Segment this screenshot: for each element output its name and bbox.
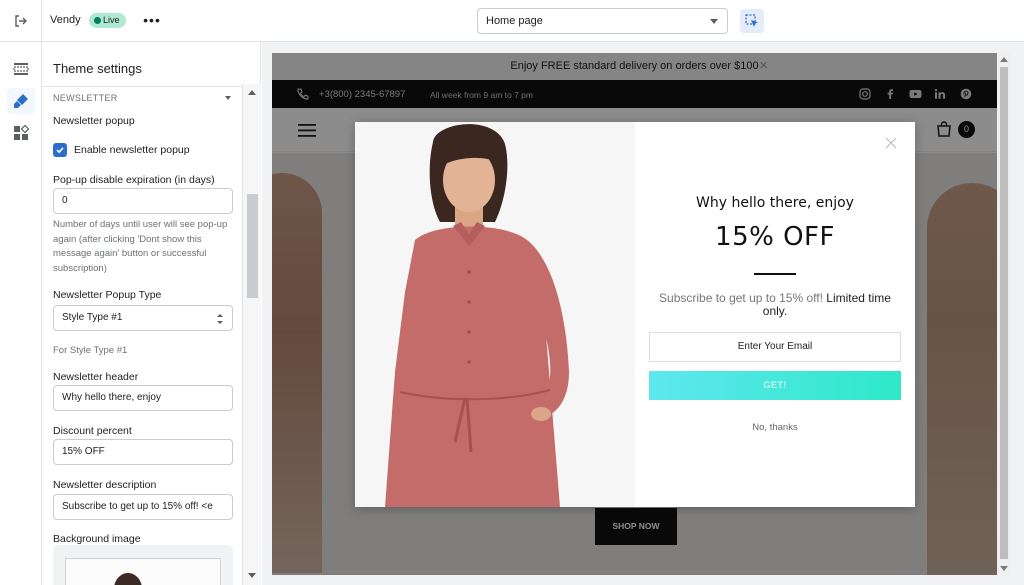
app-embeds-button[interactable] — [7, 120, 35, 146]
newsletter-popup: Why hello there, enjoy 15% OFF Subscribe… — [355, 122, 915, 507]
newsletter-description-label: Newsletter description — [53, 479, 157, 491]
theme-settings-panel: Theme settings NEWSLETTER Newsletter pop… — [42, 42, 261, 585]
expiration-help-text: Number of days until user will see pop-u… — [53, 219, 228, 274]
enable-newsletter-checkbox[interactable] — [53, 143, 67, 157]
discount-percent-value: 15% OFF — [62, 446, 105, 457]
newsletter-header-label: Newsletter header — [53, 371, 139, 383]
popup-type-value: Style Type #1 — [62, 312, 123, 323]
expiration-input[interactable]: 0 — [53, 188, 233, 214]
scroll-up-icon[interactable] — [248, 90, 256, 95]
section-label[interactable]: NEWSLETTER — [53, 93, 118, 103]
popup-decline-link[interactable]: No, thanks — [649, 422, 901, 433]
newsletter-popup-heading: Newsletter popup — [53, 115, 135, 127]
top-bar: Vendy Live ••• Home page — [0, 0, 1024, 42]
chevron-down-icon[interactable] — [225, 96, 231, 100]
checkmark-icon — [56, 147, 64, 154]
expiration-label: Pop-up disable expiration (in days) — [53, 174, 215, 186]
more-actions-button[interactable]: ••• — [143, 11, 161, 29]
status-badge: Live — [89, 13, 126, 28]
apps-icon — [14, 125, 29, 140]
background-image-label: Background image — [53, 533, 141, 545]
scrollbar-thumb[interactable] — [247, 194, 258, 298]
popup-type-select[interactable]: Style Type #1 — [53, 305, 233, 331]
popup-divider — [754, 273, 796, 275]
select-arrows-icon — [217, 314, 223, 324]
inspector-button[interactable] — [740, 9, 764, 33]
newsletter-description-value: Subscribe to get up to 15% off! <e — [62, 501, 213, 512]
newsletter-description-input[interactable]: Subscribe to get up to 15% off! <e — [53, 494, 233, 520]
popup-model-image — [355, 122, 635, 507]
discount-percent-label: Discount percent — [53, 425, 132, 437]
sections-button[interactable] — [7, 56, 35, 82]
popup-email-placeholder: Enter Your Email — [737, 341, 813, 352]
background-image-picker[interactable] — [53, 545, 233, 585]
preview-scrollbar[interactable] — [997, 53, 1011, 575]
popup-email-input[interactable]: Enter Your Email — [649, 332, 901, 362]
popup-type-label: Newsletter Popup Type — [53, 289, 162, 301]
popup-submit-button[interactable]: GET! — [649, 371, 901, 400]
popup-header: Why hello there, enjoy — [696, 195, 854, 211]
popup-description: Subscribe to get up to 15% off! Limited … — [651, 292, 899, 318]
scroll-up-icon[interactable] — [1000, 57, 1008, 62]
page-selector[interactable]: Home page — [477, 8, 728, 34]
background-image-thumbnail — [65, 558, 221, 585]
store-name: Vendy — [50, 14, 81, 26]
layout-sections-icon — [13, 63, 29, 75]
exit-icon — [14, 15, 27, 27]
style-type-note: For Style Type #1 — [53, 345, 128, 356]
discount-percent-input[interactable]: 15% OFF — [53, 439, 233, 465]
close-icon[interactable] — [884, 136, 898, 150]
select-cursor-icon — [745, 14, 758, 27]
theme-settings-button[interactable] — [7, 88, 35, 114]
scroll-down-icon[interactable] — [1000, 566, 1008, 571]
paintbrush-icon — [14, 94, 28, 108]
enable-newsletter-label[interactable]: Enable newsletter popup — [74, 144, 190, 156]
left-icon-rail — [0, 42, 42, 585]
ellipsis-icon: ••• — [143, 12, 161, 28]
popup-discount: 15% OFF — [715, 222, 835, 252]
chevron-down-icon — [710, 19, 718, 24]
exit-button[interactable] — [0, 0, 42, 42]
page-selector-value: Home page — [486, 15, 543, 27]
expiration-value: 0 — [62, 195, 68, 206]
popup-description-muted: Subscribe to get up to 15% off! — [659, 291, 823, 305]
scroll-down-icon[interactable] — [248, 573, 256, 578]
panel-title: Theme settings — [53, 61, 142, 76]
scrollbar-thumb[interactable] — [1000, 67, 1008, 559]
newsletter-header-value: Why hello there, enjoy — [62, 392, 161, 403]
newsletter-header-input[interactable]: Why hello there, enjoy — [53, 385, 233, 411]
panel-scrollbar[interactable] — [242, 84, 261, 585]
divider — [42, 86, 260, 87]
